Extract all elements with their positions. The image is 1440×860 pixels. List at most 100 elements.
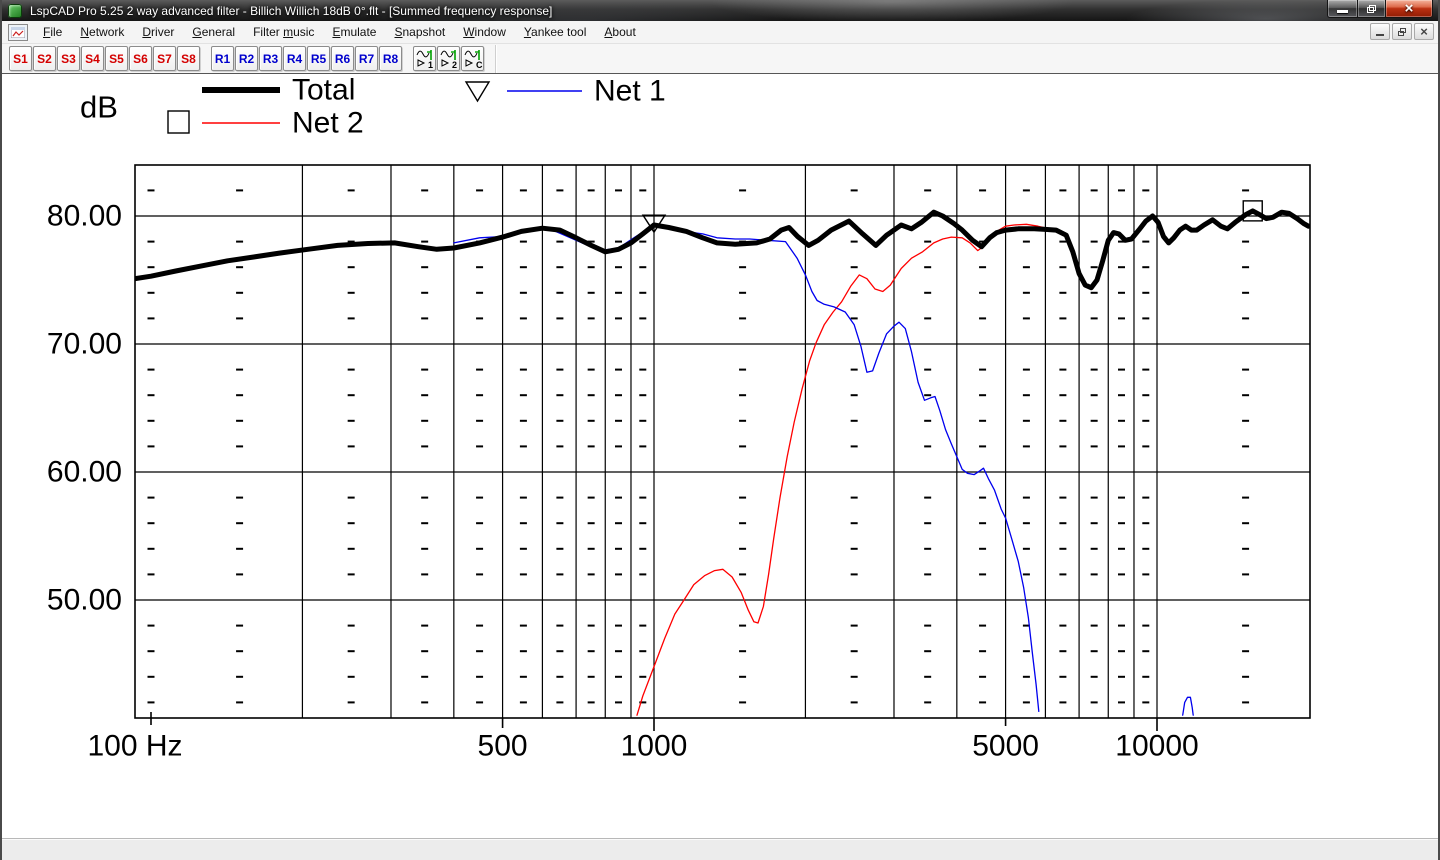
minor-grid-dash (979, 624, 987, 627)
snapshot-button-s7[interactable]: S7 (153, 46, 176, 71)
menu-item-driver[interactable]: Driver (133, 22, 183, 42)
minor-grid-dash (739, 496, 747, 499)
minor-grid-dash (739, 573, 747, 576)
minor-grid-dash (587, 394, 595, 397)
recall-button-r1[interactable]: R1 (211, 46, 234, 71)
y-axis-title: dB (80, 90, 118, 125)
menu-item-yankee-tool[interactable]: Yankee tool (515, 22, 596, 42)
minor-grid-dash (614, 496, 622, 499)
minor-grid-dash (1059, 445, 1067, 448)
minor-grid-dash (347, 419, 355, 422)
menu-item-file[interactable]: File (34, 22, 71, 42)
plot-curve-button-1[interactable]: 1 (413, 46, 436, 71)
snapshot-button-s2[interactable]: S2 (33, 46, 56, 71)
minor-grid-dash (1142, 650, 1150, 653)
minor-grid-dash (1242, 624, 1250, 627)
minor-grid-dash (850, 624, 858, 627)
minor-grid-dash (639, 291, 647, 294)
minor-grid-dash (1242, 189, 1250, 192)
snapshot-button-s6[interactable]: S6 (129, 46, 152, 71)
app-icon (8, 3, 22, 18)
recall-button-r4[interactable]: R4 (283, 46, 306, 71)
toolbar: S1 S2 S3 S4 S5 S6 S7 S8 R1 R2 R3 R4 R5 R6 R7 R8 1 2 C (2, 44, 1438, 74)
minor-grid-dash (1242, 650, 1250, 653)
snapshot-button-s8[interactable]: S8 (177, 46, 200, 71)
minor-grid-dash (347, 650, 355, 653)
minor-grid-dash (519, 701, 527, 704)
recall-button-r3[interactable]: R3 (259, 46, 282, 71)
snapshot-button-s5[interactable]: S5 (105, 46, 128, 71)
minor-grid-dash (1242, 317, 1250, 320)
minor-grid-dash (587, 368, 595, 371)
minor-grid-dash (979, 675, 987, 678)
minor-grid-dash (236, 291, 244, 294)
minor-grid-dash (1117, 317, 1125, 320)
minor-grid-dash (924, 368, 932, 371)
minor-grid-dash (924, 496, 932, 499)
plot-curve-button-c[interactable]: C (461, 46, 484, 71)
minor-grid-dash (556, 189, 564, 192)
minor-grid-dash (556, 624, 564, 627)
minimize-icon (1337, 10, 1348, 13)
recall-button-r5[interactable]: R5 (307, 46, 330, 71)
child-window-icon[interactable] (8, 23, 28, 41)
close-button[interactable]: × (1386, 0, 1433, 18)
snapshot-button-s4[interactable]: S4 (81, 46, 104, 71)
snapshot-button-s1[interactable]: S1 (9, 46, 32, 71)
minor-grid-dash (739, 291, 747, 294)
minor-grid-dash (1059, 189, 1067, 192)
minor-grid-dash (1117, 368, 1125, 371)
mdi-close-button[interactable]: × (1414, 23, 1434, 40)
minor-grid-dash (347, 445, 355, 448)
minor-grid-dash (347, 189, 355, 192)
minor-grid-dash (1142, 240, 1150, 243)
minor-grid-dash (556, 291, 564, 294)
menu-item-about[interactable]: About (595, 22, 644, 42)
menu-item-filter-music[interactable]: Filter music (244, 22, 323, 42)
restore-button[interactable] (1357, 0, 1386, 18)
minor-grid-dash (147, 573, 155, 576)
menu-item-network[interactable]: Network (71, 22, 133, 42)
minor-grid-dash (739, 419, 747, 422)
minor-grid-dash (639, 547, 647, 550)
minor-grid-dash (614, 624, 622, 627)
minor-grid-dash (924, 445, 932, 448)
minor-grid-dash (1142, 368, 1150, 371)
minor-grid-dash (924, 189, 932, 192)
mdi-restore-button[interactable] (1392, 23, 1412, 40)
minor-grid-dash (614, 701, 622, 704)
minor-grid-dash (979, 291, 987, 294)
minor-grid-dash (347, 624, 355, 627)
minor-grid-dash (1059, 522, 1067, 525)
recall-button-r7[interactable]: R7 (355, 46, 378, 71)
window-controls: × (1327, 0, 1433, 18)
plot-curve-button-2[interactable]: 2 (437, 46, 460, 71)
minor-grid-dash (1090, 189, 1098, 192)
minor-grid-dash (421, 701, 429, 704)
minor-grid-dash (1059, 394, 1067, 397)
recall-button-r8[interactable]: R8 (379, 46, 402, 71)
minimize-button[interactable] (1327, 0, 1357, 18)
menu-item-emulate[interactable]: Emulate (323, 22, 385, 42)
snapshot-button-s3[interactable]: S3 (57, 46, 80, 71)
minor-grid-dash (739, 624, 747, 627)
menu-item-window[interactable]: Window (454, 22, 515, 42)
minor-grid-dash (1022, 240, 1030, 243)
minor-grid-dash (1022, 419, 1030, 422)
minor-grid-dash (614, 547, 622, 550)
minor-grid-dash (924, 675, 932, 678)
menu-item-general[interactable]: General (183, 22, 244, 42)
recall-button-r2[interactable]: R2 (235, 46, 258, 71)
title-bar: LspCAD Pro 5.25 2 way advanced filter - … (2, 0, 1438, 21)
minor-grid-dash (236, 650, 244, 653)
minor-grid-dash (639, 266, 647, 269)
legend-label-net2: Net 2 (292, 107, 364, 140)
mdi-minimize-button[interactable] (1370, 23, 1390, 40)
minor-grid-dash (1022, 445, 1030, 448)
menu-item-snapshot[interactable]: Snapshot (385, 22, 454, 42)
minor-grid-dash (850, 650, 858, 653)
minor-grid-dash (1090, 240, 1098, 243)
recall-button-r6[interactable]: R6 (331, 46, 354, 71)
y-axis-label-80: 80.00 (47, 200, 122, 233)
minor-grid-dash (476, 394, 484, 397)
